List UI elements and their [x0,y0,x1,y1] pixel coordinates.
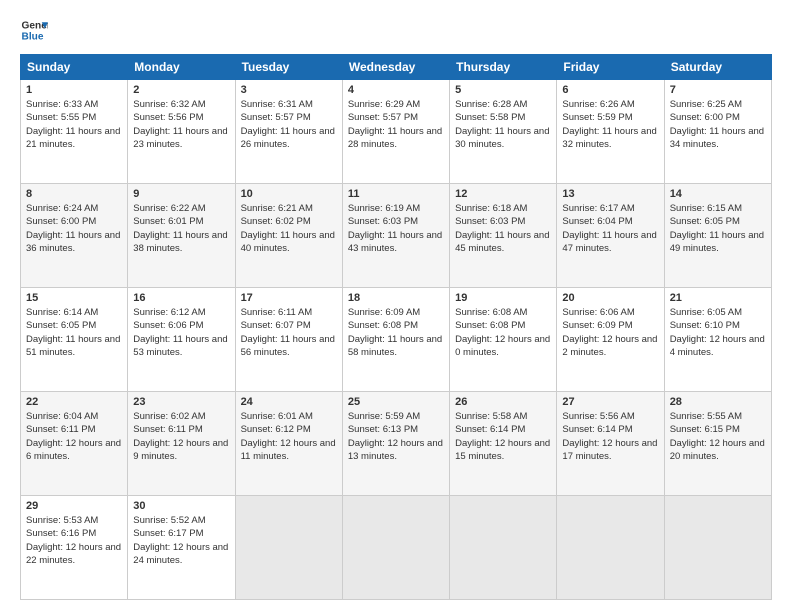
header: General Blue [20,16,772,44]
header-monday: Monday [128,55,235,80]
calendar-cell-12: 12Sunrise: 6:18 AMSunset: 6:03 PMDayligh… [450,184,557,288]
header-friday: Friday [557,55,664,80]
calendar-cell-16: 16Sunrise: 6:12 AMSunset: 6:06 PMDayligh… [128,288,235,392]
calendar-week-1: 1Sunrise: 6:33 AMSunset: 5:55 PMDaylight… [21,80,772,184]
calendar-cell-3: 3Sunrise: 6:31 AMSunset: 5:57 PMDaylight… [235,80,342,184]
calendar-cell-6: 6Sunrise: 6:26 AMSunset: 5:59 PMDaylight… [557,80,664,184]
calendar-cell-13: 13Sunrise: 6:17 AMSunset: 6:04 PMDayligh… [557,184,664,288]
calendar-cell-22: 22Sunrise: 6:04 AMSunset: 6:11 PMDayligh… [21,392,128,496]
calendar-cell-19: 19Sunrise: 6:08 AMSunset: 6:08 PMDayligh… [450,288,557,392]
logo-icon: General Blue [20,16,48,44]
header-wednesday: Wednesday [342,55,449,80]
svg-text:Blue: Blue [22,31,44,42]
calendar-cell-empty [235,496,342,600]
calendar-cell-18: 18Sunrise: 6:09 AMSunset: 6:08 PMDayligh… [342,288,449,392]
calendar-week-3: 15Sunrise: 6:14 AMSunset: 6:05 PMDayligh… [21,288,772,392]
calendar-cell-4: 4Sunrise: 6:29 AMSunset: 5:57 PMDaylight… [342,80,449,184]
calendar-cell-empty [557,496,664,600]
calendar-cell-10: 10Sunrise: 6:21 AMSunset: 6:02 PMDayligh… [235,184,342,288]
calendar-cell-2: 2Sunrise: 6:32 AMSunset: 5:56 PMDaylight… [128,80,235,184]
header-sunday: Sunday [21,55,128,80]
page: General Blue SundayMondayTuesdayWednesda… [0,0,792,612]
logo: General Blue [20,16,52,44]
calendar-cell-7: 7Sunrise: 6:25 AMSunset: 6:00 PMDaylight… [664,80,771,184]
calendar-week-5: 29Sunrise: 5:53 AMSunset: 6:16 PMDayligh… [21,496,772,600]
calendar-cell-23: 23Sunrise: 6:02 AMSunset: 6:11 PMDayligh… [128,392,235,496]
calendar-header-row: SundayMondayTuesdayWednesdayThursdayFrid… [21,55,772,80]
calendar-cell-9: 9Sunrise: 6:22 AMSunset: 6:01 PMDaylight… [128,184,235,288]
calendar-cell-20: 20Sunrise: 6:06 AMSunset: 6:09 PMDayligh… [557,288,664,392]
calendar-cell-1: 1Sunrise: 6:33 AMSunset: 5:55 PMDaylight… [21,80,128,184]
header-tuesday: Tuesday [235,55,342,80]
header-saturday: Saturday [664,55,771,80]
calendar-cell-27: 27Sunrise: 5:56 AMSunset: 6:14 PMDayligh… [557,392,664,496]
calendar-cell-11: 11Sunrise: 6:19 AMSunset: 6:03 PMDayligh… [342,184,449,288]
calendar-cell-30: 30Sunrise: 5:52 AMSunset: 6:17 PMDayligh… [128,496,235,600]
calendar-cell-5: 5Sunrise: 6:28 AMSunset: 5:58 PMDaylight… [450,80,557,184]
calendar-cell-17: 17Sunrise: 6:11 AMSunset: 6:07 PMDayligh… [235,288,342,392]
calendar-cell-21: 21Sunrise: 6:05 AMSunset: 6:10 PMDayligh… [664,288,771,392]
calendar-cell-empty [664,496,771,600]
calendar-cell-25: 25Sunrise: 5:59 AMSunset: 6:13 PMDayligh… [342,392,449,496]
header-thursday: Thursday [450,55,557,80]
calendar-cell-29: 29Sunrise: 5:53 AMSunset: 6:16 PMDayligh… [21,496,128,600]
calendar-cell-26: 26Sunrise: 5:58 AMSunset: 6:14 PMDayligh… [450,392,557,496]
calendar-cell-8: 8Sunrise: 6:24 AMSunset: 6:00 PMDaylight… [21,184,128,288]
calendar-table: SundayMondayTuesdayWednesdayThursdayFrid… [20,54,772,600]
calendar-cell-14: 14Sunrise: 6:15 AMSunset: 6:05 PMDayligh… [664,184,771,288]
calendar-week-4: 22Sunrise: 6:04 AMSunset: 6:11 PMDayligh… [21,392,772,496]
calendar-cell-24: 24Sunrise: 6:01 AMSunset: 6:12 PMDayligh… [235,392,342,496]
calendar-week-2: 8Sunrise: 6:24 AMSunset: 6:00 PMDaylight… [21,184,772,288]
calendar-cell-15: 15Sunrise: 6:14 AMSunset: 6:05 PMDayligh… [21,288,128,392]
calendar-cell-empty [342,496,449,600]
calendar-cell-28: 28Sunrise: 5:55 AMSunset: 6:15 PMDayligh… [664,392,771,496]
calendar-cell-empty [450,496,557,600]
